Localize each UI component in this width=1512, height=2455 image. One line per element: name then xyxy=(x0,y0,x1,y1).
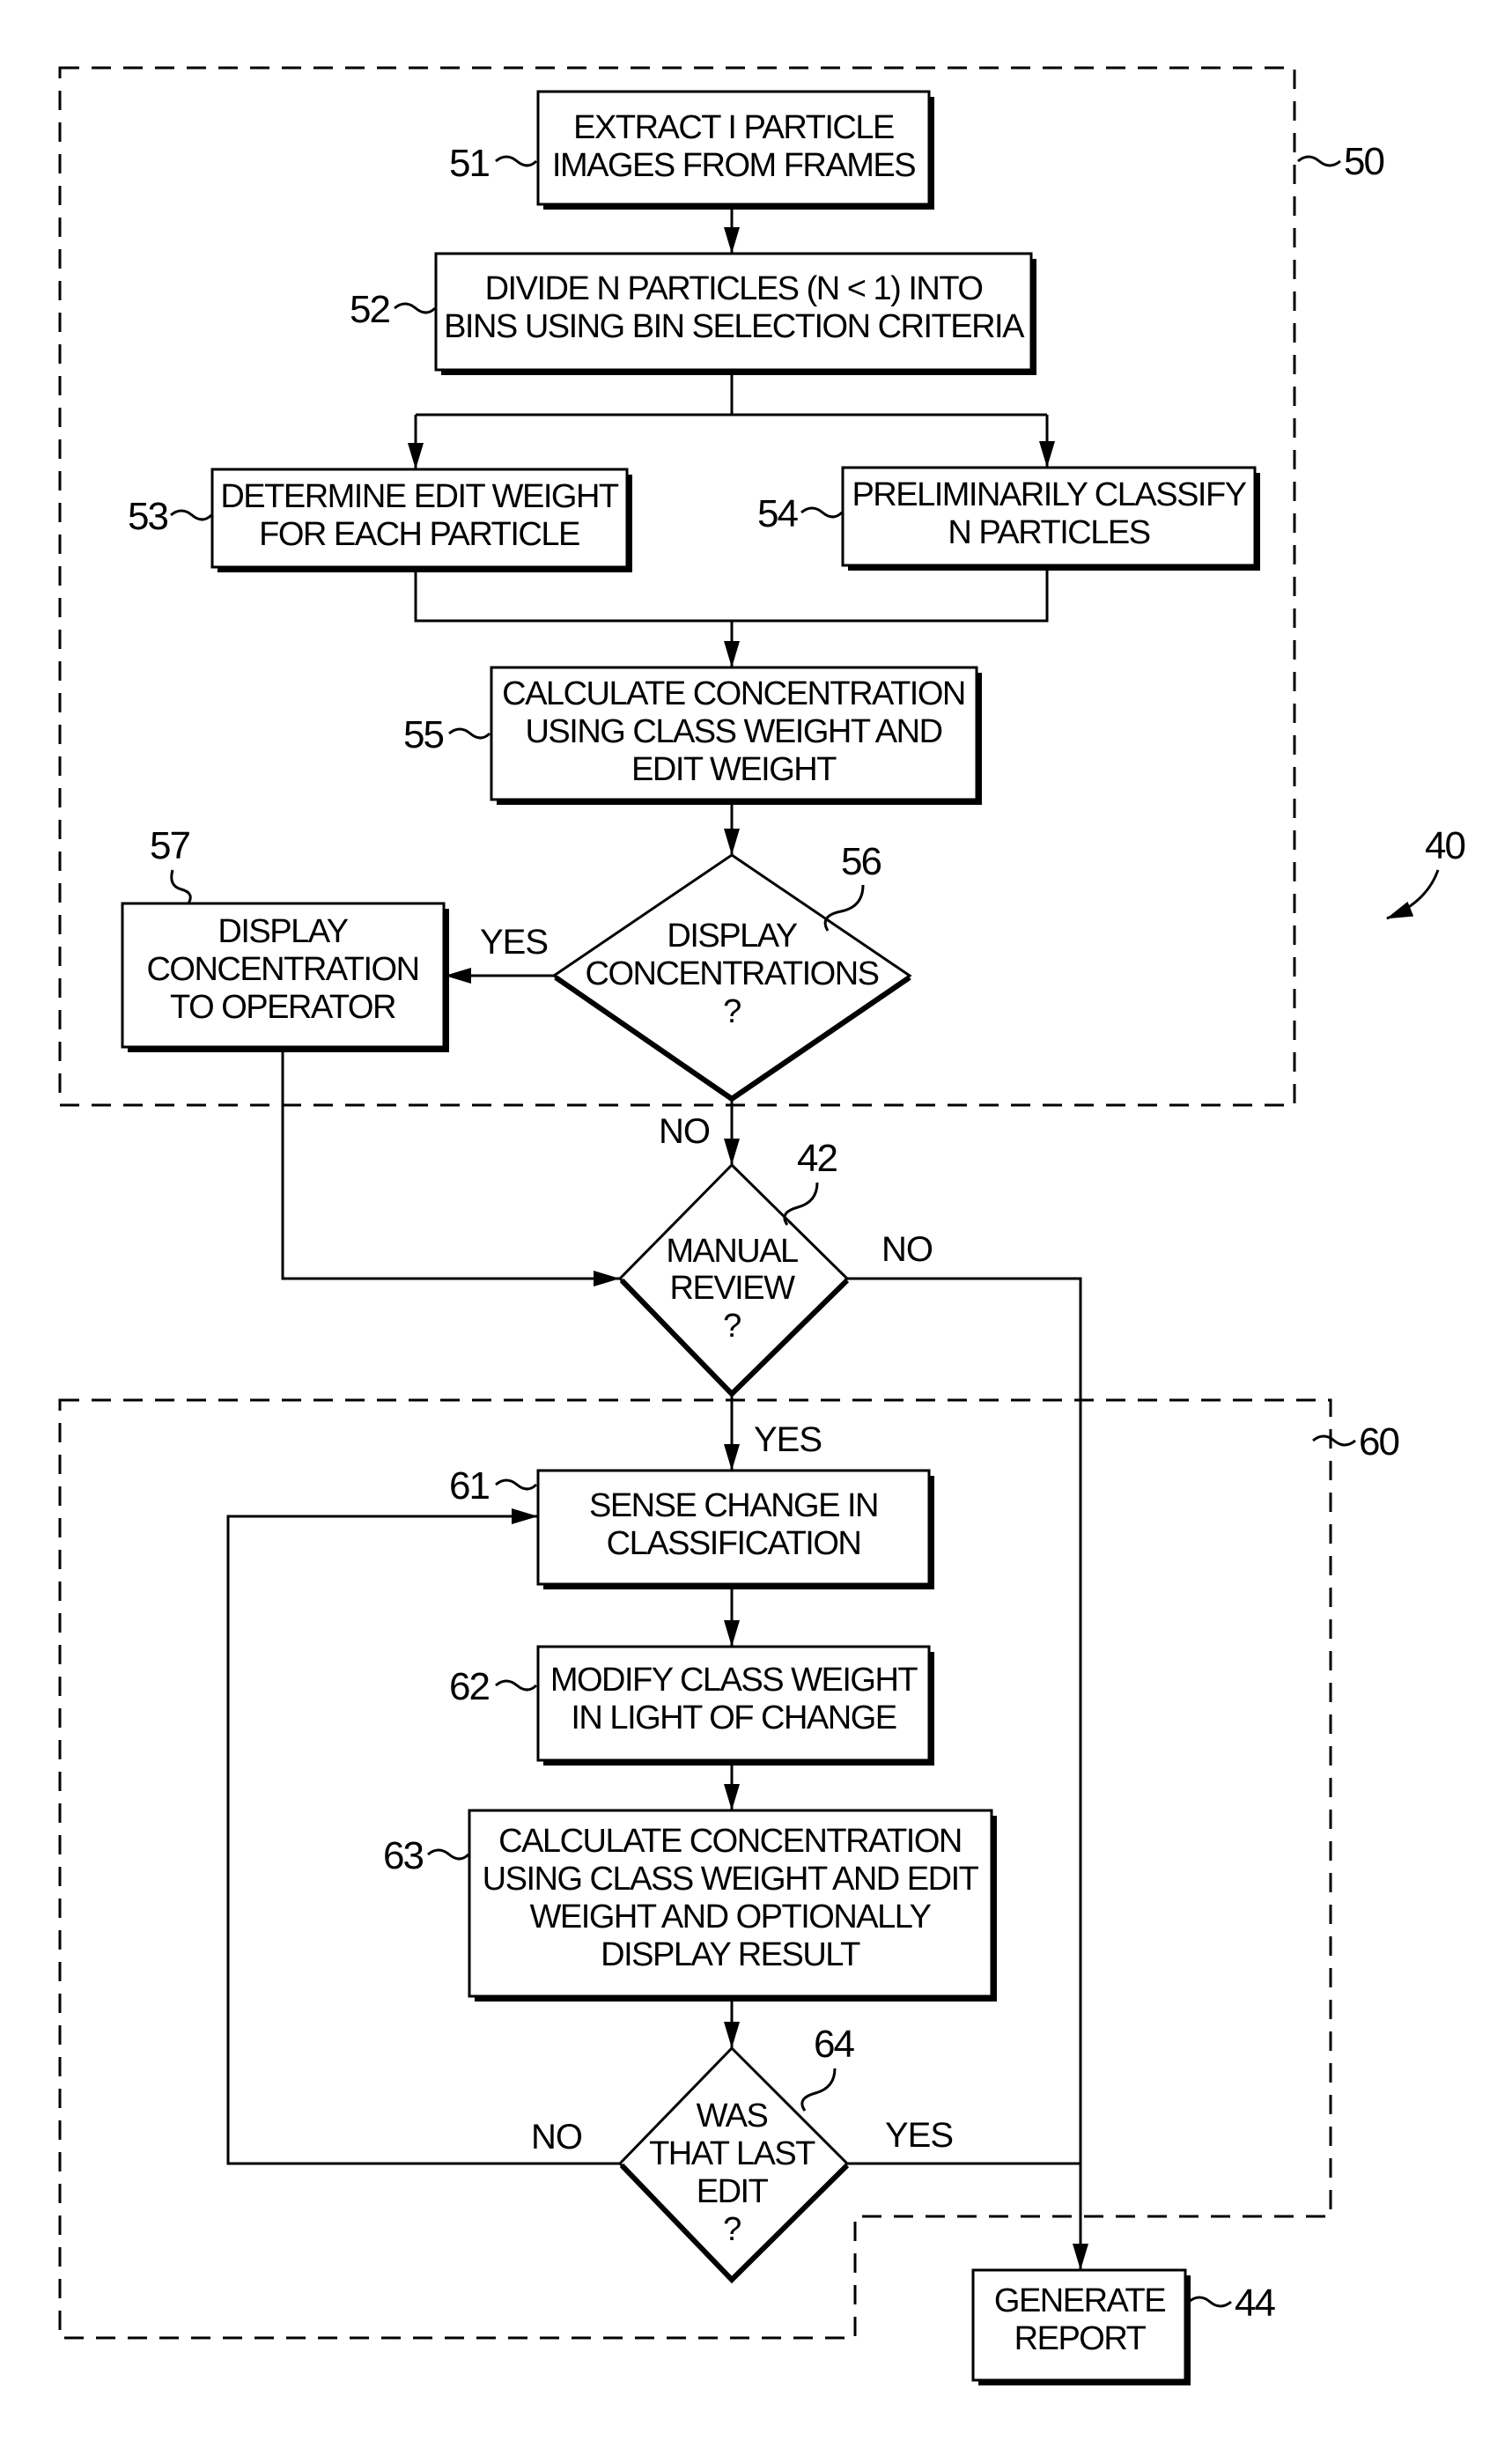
svg-text:REPORT: REPORT xyxy=(1014,2320,1147,2357)
svg-text:EDIT WEIGHT: EDIT WEIGHT xyxy=(631,751,837,788)
svg-text:IMAGES FROM FRAMES: IMAGES FROM FRAMES xyxy=(552,147,915,184)
ref-label-52: 52 xyxy=(350,288,389,331)
svg-text:CONCENTRATIONS: CONCENTRATIONS xyxy=(586,955,879,992)
edge-label-42-yes: YES xyxy=(754,1420,822,1459)
ref-label-63: 63 xyxy=(383,1834,423,1877)
ref-label-62: 62 xyxy=(449,1665,489,1708)
step-62-modify-class-weight: MODIFY CLASS WEIGHT IN LIGHT OF CHANGE xyxy=(536,1645,934,1766)
ref-label-60: 60 xyxy=(1359,1420,1398,1463)
step-51-extract-particles: EXTRACT I PARTICLE IMAGES FROM FRAMES xyxy=(536,90,934,210)
leader-63 xyxy=(427,1848,470,1861)
leader-52 xyxy=(394,302,437,314)
leader-44 xyxy=(1188,2296,1232,2308)
decision-56-display-concentrations: DISPLAY CONCENTRATIONS ? xyxy=(551,853,912,1102)
edge-label-56-no: NO xyxy=(659,1112,710,1151)
edge-label-56-yes: YES xyxy=(480,923,548,962)
svg-text:?: ? xyxy=(723,1308,741,1345)
edge-label-64-yes: YES xyxy=(885,2116,953,2155)
edge-label-64-no: NO xyxy=(531,2118,582,2156)
connector-53-merge xyxy=(414,568,1049,623)
svg-text:IN LIGHT OF CHANGE: IN LIGHT OF CHANGE xyxy=(571,1699,896,1736)
leader-55 xyxy=(448,727,491,740)
ref-label-55: 55 xyxy=(403,713,443,756)
ref-label-51: 51 xyxy=(449,142,489,185)
svg-text:CALCULATE CONCENTRATION: CALCULATE CONCENTRATION xyxy=(502,675,965,712)
ref-label-50: 50 xyxy=(1344,140,1383,183)
figure-40-arrow xyxy=(1386,869,1440,920)
svg-text:WAS: WAS xyxy=(697,2097,768,2134)
edge-label-42-no: NO xyxy=(881,1230,933,1269)
connector-57-42 xyxy=(281,1050,620,1286)
leader-42 xyxy=(783,1182,819,1226)
ref-label-56: 56 xyxy=(841,840,881,883)
ref-label-61: 61 xyxy=(449,1464,489,1508)
step-63-recalculate-concentration: CALCULATE CONCENTRATION USING CLASS WEIG… xyxy=(468,1809,997,2002)
leader-61 xyxy=(495,1478,538,1491)
leader-51 xyxy=(495,155,538,167)
svg-text:DETERMINE EDIT WEIGHT: DETERMINE EDIT WEIGHT xyxy=(220,478,619,515)
svg-text:DIVIDE N PARTICLES (N < 1) INT: DIVIDE N PARTICLES (N < 1) INTO xyxy=(485,270,983,307)
svg-text:?: ? xyxy=(723,2211,741,2248)
svg-text:FOR EACH PARTICLE: FOR EACH PARTICLE xyxy=(259,516,579,553)
svg-text:DISPLAY: DISPLAY xyxy=(667,918,797,955)
svg-text:?: ? xyxy=(723,993,741,1030)
flowchart-diagram: 50 60 40 EXTRACT I PARTICLE IMAGES FROM … xyxy=(58,66,1466,2385)
svg-text:SENSE CHANGE IN: SENSE CHANGE IN xyxy=(589,1487,878,1524)
svg-text:USING CLASS WEIGHT AND EDIT: USING CLASS WEIGHT AND EDIT xyxy=(483,1861,979,1898)
step-57-display-to-operator: DISPLAY CONCENTRATION TO OPERATOR xyxy=(121,902,449,1052)
leader-64 xyxy=(800,2068,837,2112)
svg-text:THAT LAST: THAT LAST xyxy=(649,2135,815,2172)
step-52-divide-into-bins: DIVIDE N PARTICLES (N < 1) INTO BINS USI… xyxy=(434,252,1036,375)
svg-text:REVIEW: REVIEW xyxy=(670,1270,796,1307)
step-61-sense-change: SENSE CHANGE IN CLASSIFICATION xyxy=(536,1469,934,1589)
leader-54 xyxy=(800,506,844,519)
leader-62 xyxy=(495,1679,538,1692)
leader-50 xyxy=(1297,155,1341,167)
step-44-generate-report: GENERATE REPORT xyxy=(971,2268,1191,2385)
svg-text:WEIGHT AND OPTIONALLY: WEIGHT AND OPTIONALLY xyxy=(530,1898,932,1935)
svg-text:DISPLAY RESULT: DISPLAY RESULT xyxy=(601,1936,860,1973)
svg-text:BINS USING BIN SELECTION CRITE: BINS USING BIN SELECTION CRITERIA xyxy=(444,308,1025,345)
ref-label-54: 54 xyxy=(757,492,798,535)
decision-64-last-edit: WAS THAT LAST EDIT ? xyxy=(617,2046,850,2284)
svg-text:MODIFY CLASS WEIGHT: MODIFY CLASS WEIGHT xyxy=(550,1662,918,1699)
svg-text:CALCULATE CONCENTRATION: CALCULATE CONCENTRATION xyxy=(498,1823,962,1860)
svg-text:MANUAL: MANUAL xyxy=(666,1233,798,1270)
svg-text:EDIT: EDIT xyxy=(697,2173,769,2210)
leader-53 xyxy=(170,509,213,521)
leader-57 xyxy=(170,869,192,904)
step-53-edit-weight: DETERMINE EDIT WEIGHT FOR EACH PARTICLE xyxy=(210,468,632,572)
ref-label-44: 44 xyxy=(1235,2282,1275,2325)
step-55-calculate-concentration: CALCULATE CONCENTRATION USING CLASS WEIG… xyxy=(490,666,982,805)
ref-label-57: 57 xyxy=(150,824,189,867)
svg-text:TO OPERATOR: TO OPERATOR xyxy=(170,989,395,1026)
svg-text:USING CLASS WEIGHT AND: USING CLASS WEIGHT AND xyxy=(525,713,941,750)
svg-text:N PARTICLES: N PARTICLES xyxy=(948,514,1149,551)
figure-ref-40: 40 xyxy=(1425,824,1464,867)
svg-text:GENERATE: GENERATE xyxy=(994,2282,1165,2319)
ref-label-53: 53 xyxy=(128,495,167,538)
ref-label-42: 42 xyxy=(797,1137,837,1180)
svg-text:PRELIMINARILY CLASSIFY: PRELIMINARILY CLASSIFY xyxy=(852,476,1246,513)
step-54-preliminary-classify: PRELIMINARILY CLASSIFY N PARTICLES xyxy=(841,466,1260,571)
leader-60 xyxy=(1312,1434,1356,1447)
svg-text:CLASSIFICATION: CLASSIFICATION xyxy=(607,1525,861,1562)
svg-text:CONCENTRATION: CONCENTRATION xyxy=(146,951,418,988)
ref-label-64: 64 xyxy=(814,2023,854,2066)
svg-text:DISPLAY: DISPLAY xyxy=(218,913,348,950)
svg-text:EXTRACT I PARTICLE: EXTRACT I PARTICLE xyxy=(573,109,894,146)
connector-42-44-no xyxy=(847,1277,1088,2270)
